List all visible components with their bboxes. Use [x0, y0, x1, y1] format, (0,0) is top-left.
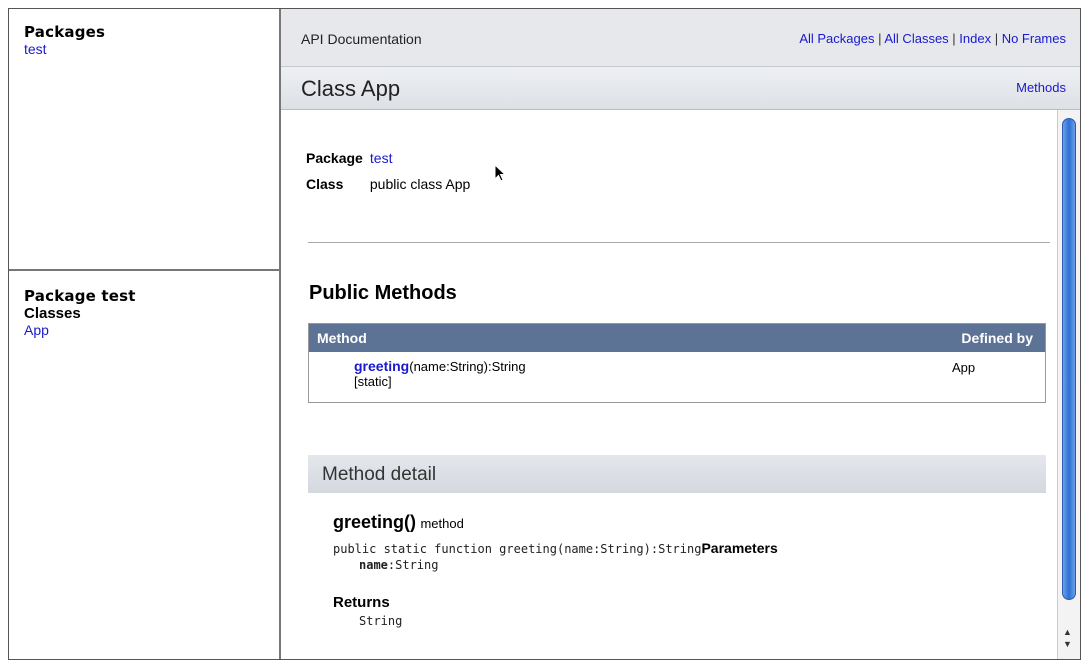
- param-row: name:String: [359, 558, 438, 572]
- methods-link[interactable]: Methods: [1016, 80, 1066, 95]
- package-value-link[interactable]: test: [370, 150, 393, 166]
- doc-header: API Documentation All Packages | All Cla…: [281, 9, 1080, 67]
- method-detail-kind: method: [420, 516, 464, 531]
- doc-title: API Documentation: [301, 31, 422, 47]
- method-signature: (name:String):String: [409, 359, 526, 374]
- class-titlebar: Class App Methods: [281, 67, 1080, 110]
- nav-no-frames[interactable]: No Frames: [1002, 31, 1066, 46]
- classes-label: Classes: [24, 305, 81, 322]
- method-modifier: [static]: [354, 374, 392, 389]
- divider: [308, 242, 1050, 243]
- scroll-down-arrow-icon[interactable]: ▼: [1063, 639, 1072, 649]
- package-label: Package: [306, 150, 363, 166]
- method-detail-bar: Method detail: [308, 455, 1046, 493]
- doc-content: Package test Class public class App Publ…: [281, 110, 1058, 659]
- top-nav: All Packages | All Classes | Index | No …: [799, 31, 1066, 46]
- class-row: Class public class App: [306, 164, 507, 192]
- class-title: Class App: [301, 76, 401, 101]
- packages-heading: Packages: [24, 23, 106, 41]
- package-link-test[interactable]: test: [24, 41, 279, 57]
- left-frames: Packages test Package test Classes App: [9, 9, 281, 659]
- method-signature-row: public static function greeting(name:Str…: [333, 540, 778, 558]
- method-cell: greeting(name:String):String [static]: [354, 358, 526, 389]
- parameters-label: Parameters: [701, 540, 778, 556]
- nav-index[interactable]: Index: [959, 31, 991, 46]
- param-name: name: [359, 558, 388, 572]
- scroll-up-arrow-icon[interactable]: ▲: [1063, 627, 1072, 637]
- method-detail-heading: Method detail: [322, 464, 437, 485]
- package-row: Package test: [306, 150, 392, 166]
- packages-frame: Packages test: [9, 9, 279, 271]
- nav-all-classes[interactable]: All Classes: [884, 31, 948, 46]
- scroll-thumb[interactable]: [1062, 118, 1076, 600]
- methods-table-header: Method Defined by: [309, 324, 1045, 352]
- method-link-greeting[interactable]: greeting: [354, 358, 409, 374]
- package-heading: Package test: [24, 287, 136, 305]
- public-methods-heading: Public Methods: [309, 282, 457, 304]
- defined-by-value: App: [952, 360, 976, 375]
- returns-label: Returns: [333, 594, 390, 611]
- method-detail-name: greeting(): [333, 512, 416, 532]
- browser-frame: Packages test Package test Classes App A…: [8, 8, 1081, 660]
- vertical-scrollbar[interactable]: ▲ ▼: [1057, 110, 1080, 659]
- main-frame: API Documentation All Packages | All Cla…: [281, 9, 1080, 659]
- classes-frame: Package test Classes App: [9, 271, 279, 659]
- table-row: greeting(name:String):String [static] Ap…: [309, 352, 1045, 402]
- class-value: public class App: [369, 176, 471, 192]
- col-defined-by: Defined by: [961, 330, 1033, 346]
- returns-type: String: [359, 614, 403, 628]
- col-method: Method: [317, 330, 367, 346]
- class-label: Class: [306, 176, 344, 192]
- param-type: :String: [387, 558, 439, 572]
- method-detail-signature: public static function greeting(name:Str…: [333, 542, 702, 556]
- method-detail-name-row: greeting() method: [333, 512, 464, 533]
- mouse-cursor-icon: [494, 164, 507, 182]
- class-link-app[interactable]: App: [24, 322, 279, 338]
- methods-table: Method Defined by greeting(name:String):…: [308, 323, 1046, 403]
- nav-all-packages[interactable]: All Packages: [799, 31, 874, 46]
